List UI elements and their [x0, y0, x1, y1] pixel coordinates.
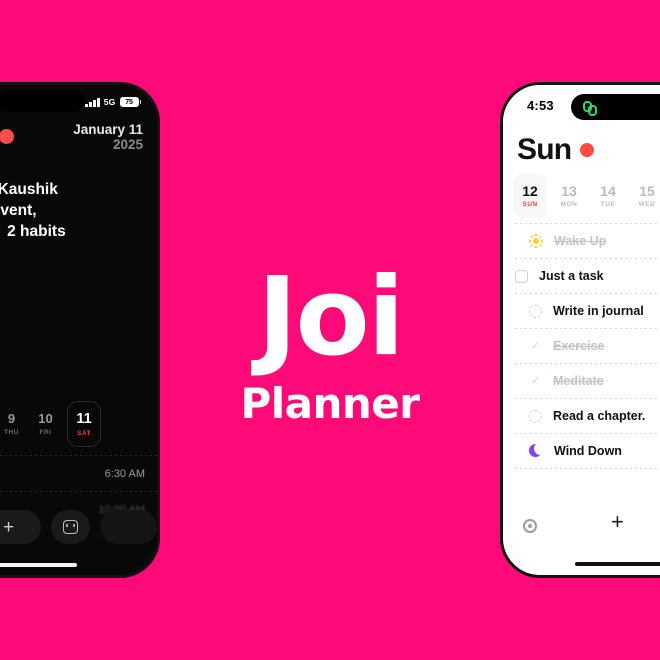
sun-icon — [529, 234, 543, 248]
day-number: 15 — [639, 183, 655, 200]
dynamic-island[interactable] — [571, 94, 660, 120]
moon-icon — [529, 444, 543, 458]
record-button[interactable] — [523, 519, 537, 533]
add-button[interactable]: + — [0, 510, 41, 544]
day-number: 14 — [600, 183, 616, 200]
home-indicator — [0, 563, 77, 567]
task-row-wind-down[interactable]: Wind Down — [515, 434, 660, 468]
right-calendar-day[interactable]: 14 TUE — [591, 183, 625, 209]
right-calendar-day[interactable]: 15 WED — [630, 183, 660, 209]
link-icon — [583, 100, 598, 116]
left-status-bar: 5G 75 — [0, 93, 157, 111]
date-year: 2025 — [112, 136, 143, 152]
greeting-line-2: ve 1 event, — [0, 200, 147, 221]
status-time: 4:53 — [527, 98, 554, 113]
greeting-line-1: vening, Kaushik — [0, 181, 58, 198]
add-button[interactable]: + — [611, 511, 624, 533]
day-weekday: WED — [638, 201, 656, 209]
cellular-bars-icon — [85, 97, 100, 107]
day-weekday: SUN — [522, 201, 538, 209]
task-label: Wind Down — [554, 444, 622, 458]
right-tab-bar: + — [503, 509, 660, 545]
divider — [515, 468, 660, 469]
robot-icon — [63, 520, 79, 534]
brand-name: Joi — [257, 255, 404, 380]
plus-icon: + — [3, 516, 15, 538]
brand-block: Joi Planner — [0, 255, 660, 429]
date-day: January 11 — [73, 122, 143, 137]
right-calendar-day-selected[interactable]: 12 SUN — [513, 174, 547, 218]
greeting-text: vening, Kaushik ve 1 event, k and 2 habi… — [0, 179, 147, 263]
day-number: 12 — [522, 183, 538, 200]
greeting-line-3: k and 2 habits — [0, 221, 147, 242]
day-weekday: FRI — [39, 428, 52, 436]
greeting-line-4: ay. — [0, 242, 147, 263]
status-dot — [580, 143, 595, 157]
brand-subtitle: Planner — [240, 379, 420, 429]
task-row-wake-up[interactable]: Wake Up — [515, 224, 660, 258]
right-calendar-day[interactable]: 13 MON — [552, 183, 586, 209]
home-indicator — [575, 562, 660, 566]
day-weekday: SAT — [76, 429, 92, 437]
day-weekday: TUE — [600, 201, 616, 209]
battery-percent: 75 — [125, 98, 133, 106]
page-title: Sun — [517, 133, 595, 167]
promo-screenshot: { "background_color": "#ff0a78", "brand"… — [0, 0, 660, 660]
extra-pill[interactable] — [100, 510, 157, 544]
divider — [0, 455, 157, 456]
assistant-button[interactable] — [50, 510, 91, 544]
battery-icon: 75 — [119, 97, 141, 107]
greeting-line-3-text: 2 habits — [7, 223, 66, 241]
task-label: Wake Up — [554, 234, 607, 248]
page-title-text: Sun — [517, 133, 572, 166]
day-weekday: MON — [560, 201, 578, 209]
corner-shadow — [503, 545, 533, 575]
greeting-line-2-text: 1 event, — [0, 202, 37, 220]
left-agenda-row[interactable]: Up 6:30 AM — [0, 457, 145, 491]
left-tab-bar: + — [0, 507, 157, 547]
divider — [0, 491, 157, 492]
day-weekday: THU — [4, 428, 19, 436]
left-date-block: January 11 2025 — [73, 122, 143, 153]
day-number: 13 — [561, 183, 577, 200]
agenda-time: 6:30 AM — [104, 468, 145, 480]
right-calendar-strip[interactable]: 12 SUN 13 MON 14 TUE 15 WED 16 THU — [513, 173, 660, 219]
habit-icon — [0, 224, 2, 238]
avatar[interactable] — [0, 129, 14, 144]
network-label: 5G — [103, 97, 116, 107]
